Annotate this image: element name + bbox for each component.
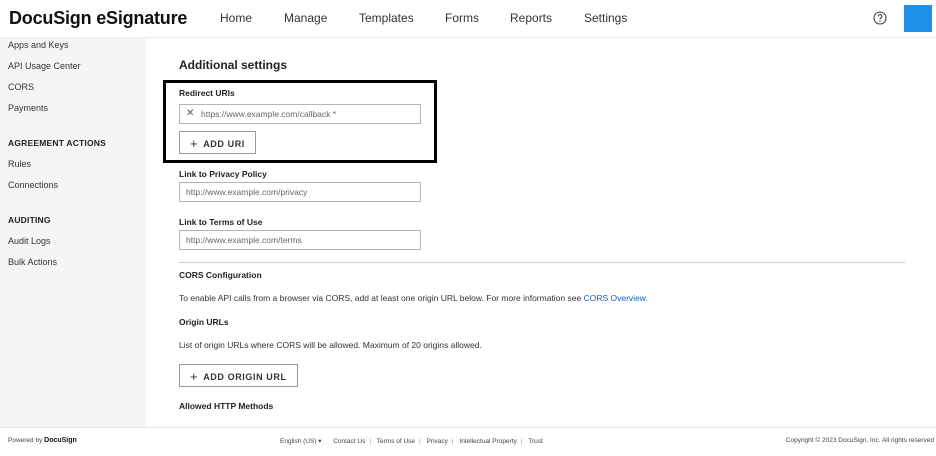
redirect-uris-label: Redirect URIs (179, 88, 235, 98)
settings-sidebar: Apps and Keys API Usage Center CORS Paym… (0, 38, 146, 427)
privacy-policy-input[interactable] (179, 182, 421, 202)
sidebar-heading-auditing: AUDITING (8, 215, 51, 225)
footer-link-terms-of-use[interactable]: Terms of Use (377, 438, 415, 445)
cors-description: To enable API calls from a browser via C… (179, 293, 648, 303)
footer-link-privacy[interactable]: Privacy (427, 438, 448, 445)
copyright: Copyright © 2023 DocuSign, Inc. All righ… (785, 437, 934, 444)
sidebar-item-payments[interactable]: Payments (8, 103, 48, 113)
footer-links: English (US) ▾ Contact Us | Terms of Use |… (280, 438, 543, 445)
allowed-http-methods-title: Allowed HTTP Methods (179, 401, 274, 411)
plus-icon: + (190, 369, 199, 384)
privacy-policy-label: Link to Privacy Policy (179, 169, 267, 179)
section-divider (179, 262, 905, 263)
terms-of-use-input[interactable] (179, 230, 421, 250)
powered-by: Powered by DocuSign (8, 437, 77, 444)
origin-urls-title: Origin URLs (179, 317, 229, 327)
powered-by-text: Powered by (8, 437, 43, 444)
nav-settings[interactable]: Settings (584, 11, 627, 25)
close-icon[interactable]: ✕ (186, 108, 194, 119)
cors-overview-link[interactable]: CORS Overview. (584, 293, 648, 303)
terms-of-use-label: Link to Terms of Use (179, 217, 263, 227)
cors-configuration-title: CORS Configuration (179, 270, 262, 280)
plus-icon: + (190, 136, 199, 151)
add-uri-label: ADD URI (203, 139, 245, 149)
user-avatar[interactable] (904, 5, 932, 32)
section-title: Additional settings (179, 58, 287, 72)
language-selector[interactable]: English (US) ▾ (280, 438, 322, 445)
redirect-uri-value: https://www.example.com/callback * (201, 109, 337, 119)
add-origin-url-button[interactable]: + ADD ORIGIN URL (179, 364, 298, 387)
sidebar-item-bulk-actions[interactable]: Bulk Actions (8, 257, 57, 267)
add-uri-button[interactable]: + ADD URI (179, 131, 256, 154)
sidebar-item-api-usage-center[interactable]: API Usage Center (8, 61, 81, 71)
sidebar-item-cors[interactable]: CORS (8, 82, 34, 92)
sidebar-item-connections[interactable]: Connections (8, 180, 58, 190)
footer-link-trust[interactable]: Trust (528, 438, 543, 445)
page-footer: Powered by DocuSign English (US) ▾ Conta… (0, 427, 936, 456)
cors-description-text: To enable API calls from a browser via C… (179, 293, 584, 303)
app-logo[interactable]: DocuSign eSignature (9, 8, 187, 29)
sidebar-item-apps-and-keys[interactable]: Apps and Keys (8, 40, 69, 50)
main-content: Additional settings Redirect URIs ✕ http… (146, 38, 936, 427)
origin-urls-description: List of origin URLs where CORS will be a… (179, 340, 482, 350)
footer-link-contact-us[interactable]: Contact Us (333, 438, 365, 445)
add-origin-url-label: ADD ORIGIN URL (203, 372, 287, 382)
powered-by-brand: DocuSign (44, 437, 77, 444)
nav-templates[interactable]: Templates (359, 11, 414, 25)
nav-forms[interactable]: Forms (445, 11, 479, 25)
footer-link-intellectual-property[interactable]: Intellectual Property (459, 438, 516, 445)
nav-home[interactable]: Home (220, 11, 252, 25)
sidebar-item-audit-logs[interactable]: Audit Logs (8, 236, 51, 246)
help-circle-icon[interactable] (873, 11, 887, 25)
nav-reports[interactable]: Reports (510, 11, 552, 25)
nav-manage[interactable]: Manage (284, 11, 327, 25)
redirect-uri-entry[interactable]: ✕ https://www.example.com/callback * (179, 104, 421, 124)
top-navigation-bar: DocuSign eSignature Home Manage Template… (0, 0, 936, 38)
sidebar-item-rules[interactable]: Rules (8, 159, 31, 169)
sidebar-heading-agreement-actions: AGREEMENT ACTIONS (8, 138, 107, 148)
